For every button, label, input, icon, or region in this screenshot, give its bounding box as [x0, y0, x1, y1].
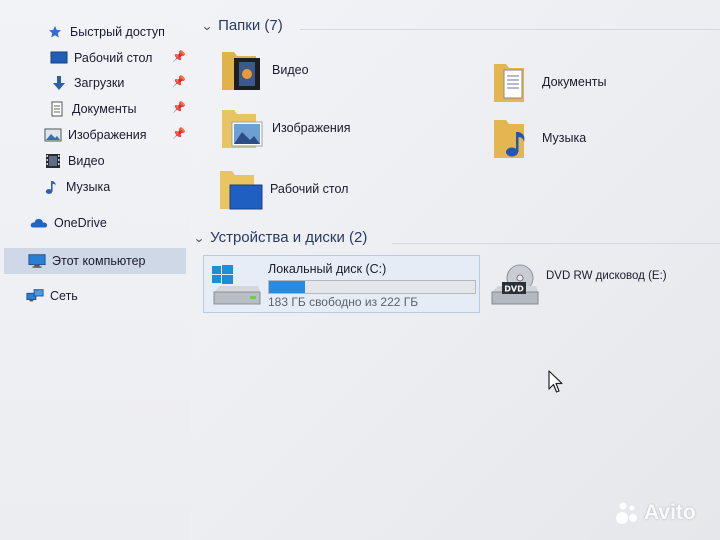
folder-desktop[interactable]: Рабочий стол [218, 165, 348, 213]
pin-icon[interactable]: 📌 [172, 75, 186, 88]
film-icon [44, 153, 62, 169]
dvd-badge: DVD [504, 285, 524, 294]
mouse-cursor-icon [548, 370, 564, 399]
computer-icon [28, 253, 46, 269]
hard-drive-windows-icon [210, 264, 262, 313]
nav-item-label: OneDrive [54, 216, 107, 230]
network-icon [26, 288, 44, 304]
group-header-folders[interactable]: ⌄ Папки (7) [200, 17, 283, 34]
nav-item-pictures[interactable]: Изображения 📌 [44, 123, 186, 147]
nav-item-label: Документы [72, 102, 137, 116]
drive-name: DVD RW дисковод (E:) [546, 270, 667, 282]
music-note-icon [42, 179, 60, 195]
chevron-down-icon: ⌄ [200, 18, 214, 33]
dvd-drive-icon: DVD [490, 262, 540, 313]
group-divider [392, 243, 720, 244]
drive-dvd-e[interactable]: DVD DVD RW дисковод (E:) [490, 262, 667, 313]
nav-item-documents[interactable]: Документы 📌 [48, 97, 186, 121]
download-arrow-icon [50, 75, 68, 91]
nav-item-label: Видео [68, 154, 105, 168]
pin-icon[interactable]: 📌 [172, 50, 186, 63]
pin-icon[interactable]: 📌 [172, 127, 186, 140]
nav-item-downloads[interactable]: Загрузки 📌 [50, 71, 186, 95]
drive-usage-bar [268, 280, 476, 294]
group-header-label: Устройства и диски (2) [210, 229, 368, 246]
avito-watermark: Avito [614, 500, 696, 526]
folder-label: Изображения [272, 121, 351, 135]
nav-item-music[interactable]: Музыка [42, 175, 110, 199]
folder-video-icon [220, 46, 266, 94]
chevron-down-icon: ⌄ [192, 230, 206, 245]
drive-name: Локальный диск (C:) [268, 262, 387, 276]
folder-label: Музыка [542, 131, 587, 145]
folder-label: Рабочий стол [270, 182, 349, 196]
star-icon [46, 24, 64, 40]
folder-music[interactable]: Музыка [490, 114, 586, 162]
folder-documents-icon [490, 58, 536, 106]
folder-documents[interactable]: Документы [490, 58, 606, 106]
group-header-label: Папки (7) [218, 17, 283, 34]
folder-music-icon [490, 114, 536, 162]
drive-local-c[interactable]: Локальный диск (C:) 183 ГБ свободно из 2… [203, 255, 480, 313]
nav-quick-access-label: Быстрый доступ [70, 25, 165, 39]
pin-icon[interactable]: 📌 [172, 101, 186, 114]
watermark-text: Avito [644, 501, 696, 524]
folder-label: Документы [542, 75, 607, 89]
group-header-devices[interactable]: ⌄ Устройства и диски (2) [192, 229, 368, 246]
nav-item-desktop[interactable]: Рабочий стол 📌 [50, 46, 186, 70]
navigation-pane: Быстрый доступ Рабочий стол 📌 Загрузки 📌… [0, 0, 190, 540]
document-icon [48, 101, 66, 117]
drive-usage-fill [269, 281, 306, 293]
folder-label: Видео [272, 63, 309, 77]
folder-videos[interactable]: Видео [220, 46, 309, 94]
group-divider [300, 29, 720, 30]
nav-item-label: Рабочий стол [74, 51, 153, 65]
pictures-icon [44, 127, 62, 143]
cloud-icon [30, 215, 48, 231]
nav-item-label: Этот компьютер [52, 254, 146, 268]
nav-item-label: Музыка [66, 180, 111, 194]
nav-item-network[interactable]: Сеть [26, 284, 78, 308]
desktop-icon [50, 50, 68, 66]
nav-item-this-pc[interactable]: Этот компьютер [4, 248, 186, 274]
folder-pictures-icon [220, 104, 266, 152]
nav-item-label: Сеть [50, 289, 78, 303]
avito-logo-icon [614, 500, 640, 526]
nav-item-onedrive[interactable]: OneDrive [30, 211, 107, 235]
nav-item-videos[interactable]: Видео [44, 149, 105, 173]
nav-item-label: Загрузки [74, 76, 125, 90]
drive-free-space: 183 ГБ свободно из 222 ГБ [268, 295, 419, 309]
folder-pictures[interactable]: Изображения [220, 104, 351, 152]
nav-item-label: Изображения [68, 128, 147, 142]
nav-quick-access[interactable]: Быстрый доступ [46, 20, 165, 44]
folder-desktop-icon [218, 165, 264, 213]
